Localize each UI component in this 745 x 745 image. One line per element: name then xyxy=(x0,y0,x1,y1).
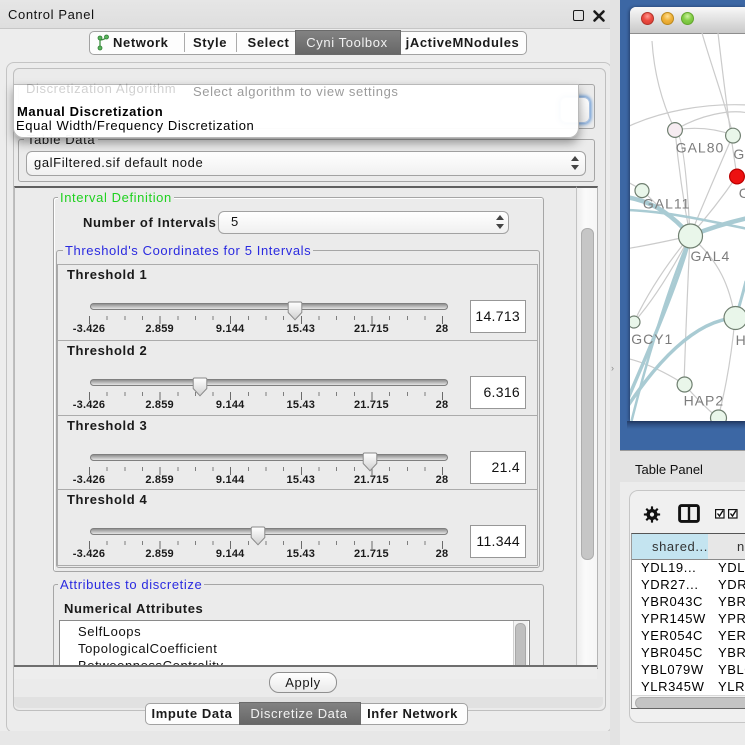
svg-text:GCY1: GCY1 xyxy=(631,331,673,347)
svg-text:HI: HI xyxy=(736,332,745,348)
svg-text:GA: GA xyxy=(733,146,745,162)
svg-text:HAP2: HAP2 xyxy=(684,393,725,409)
svg-text:GAL4: GAL4 xyxy=(691,248,731,264)
svg-text:GAL11: GAL11 xyxy=(643,196,691,212)
svg-text:GAL80: GAL80 xyxy=(676,139,725,155)
svg-text:CY: CY xyxy=(739,185,745,201)
